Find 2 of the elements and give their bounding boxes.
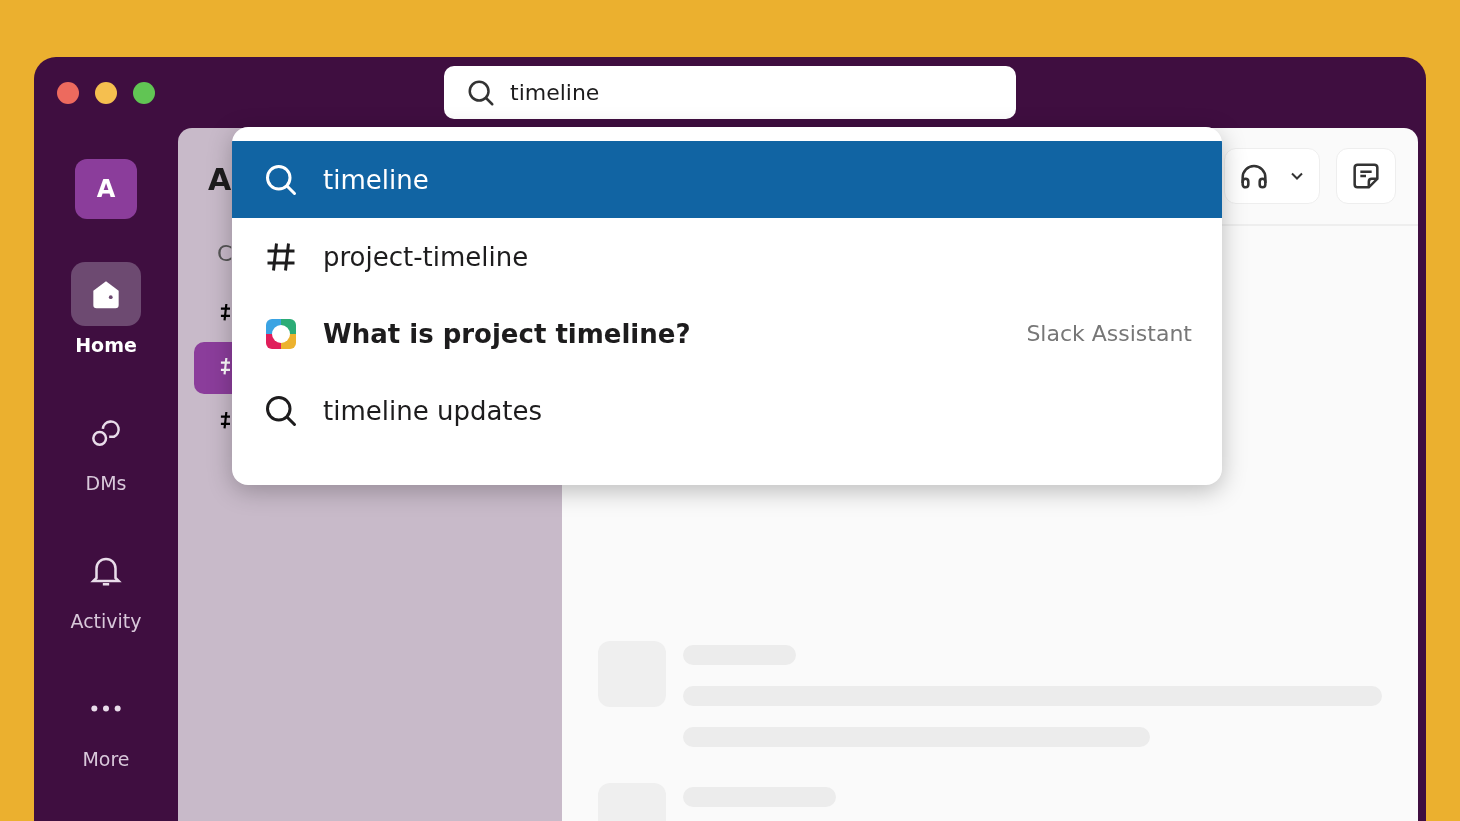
workspace-title: A [208, 162, 232, 197]
suggestion-source: Slack Assistant [1026, 321, 1192, 346]
